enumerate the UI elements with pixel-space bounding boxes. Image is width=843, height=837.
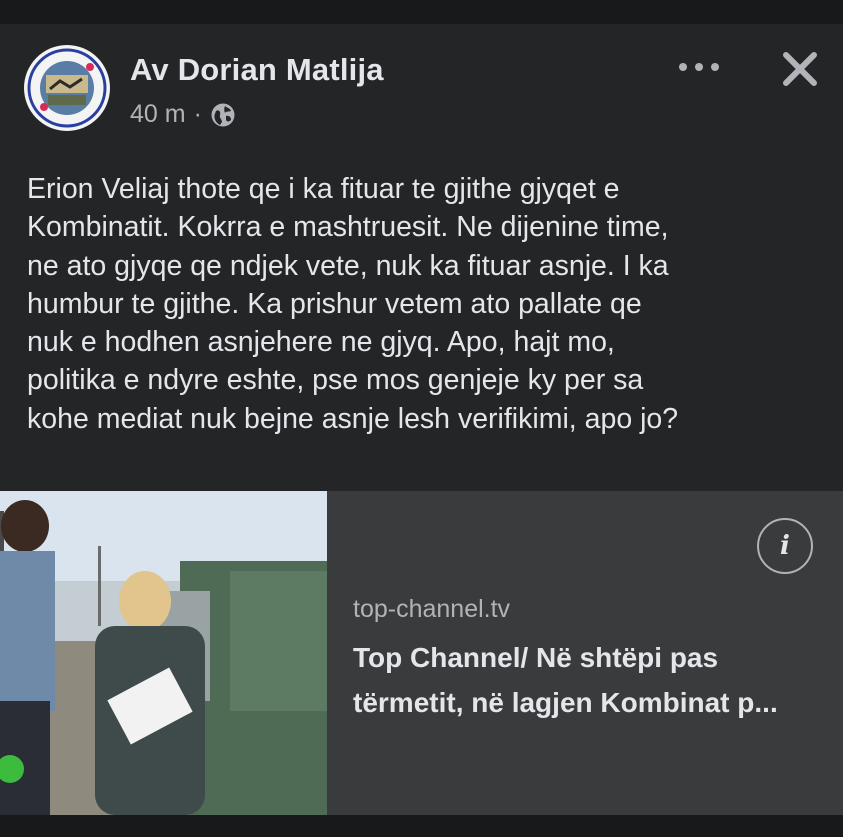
link-headline[interactable]: Top Channel/ Në shtëpi pas tërmetit, në … (353, 635, 823, 725)
avatar[interactable] (24, 45, 110, 131)
globe-icon (210, 102, 236, 128)
link-headline-line: Top Channel/ Në shtëpi pas (353, 642, 719, 673)
more-dot (679, 63, 687, 71)
avatar-image (25, 46, 109, 130)
meta-separator: · (193, 100, 202, 128)
status-bar-area (0, 0, 843, 24)
bottom-band (0, 815, 843, 837)
link-domain: top-channel.tv (353, 595, 511, 623)
more-dot (695, 63, 703, 71)
author-name[interactable]: Av Dorian Matlija (130, 52, 384, 88)
post-meta: 40 m · (130, 100, 236, 129)
more-options-icon[interactable] (679, 52, 719, 82)
link-thumbnail[interactable] (0, 491, 327, 815)
post-text: Erion Veliaj thote qe i ka fituar te gji… (27, 173, 679, 435)
more-dot (711, 63, 719, 71)
link-headline-line: tërmetit, në lagjen Kombinat p... (353, 687, 778, 718)
link-preview-card[interactable]: i top-channel.tv Top Channel/ Në shtëpi … (0, 491, 843, 815)
info-icon[interactable]: i (757, 518, 813, 574)
close-icon[interactable] (778, 47, 822, 91)
post-time[interactable]: 40 m (130, 100, 186, 129)
